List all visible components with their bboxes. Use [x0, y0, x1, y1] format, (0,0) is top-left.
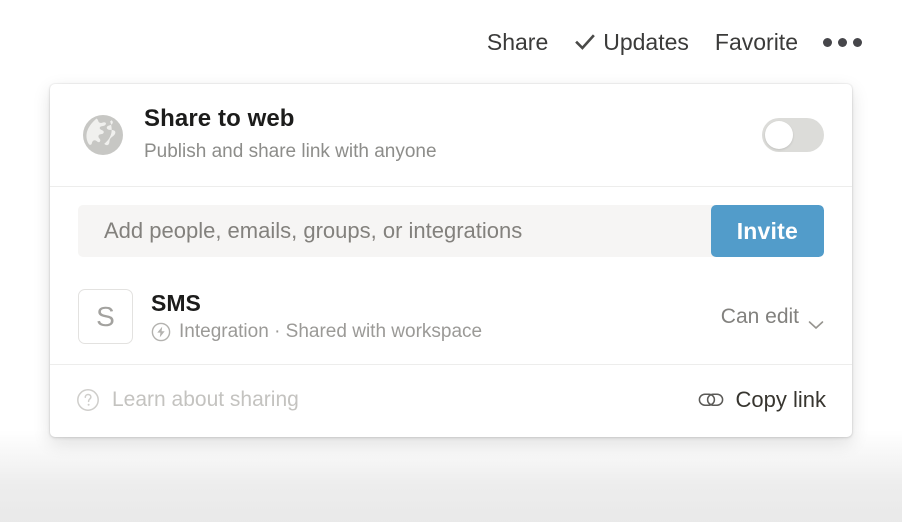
more-options-button[interactable] — [811, 34, 874, 51]
invite-button[interactable]: Invite — [710, 205, 824, 257]
copy-link-button[interactable]: Copy link — [698, 387, 826, 413]
learn-about-sharing-link[interactable]: Learn about sharing — [76, 388, 299, 412]
share-button-label: Share — [486, 28, 549, 55]
link-icon — [698, 390, 724, 410]
share-footer: Learn about sharing Copy link — [50, 365, 852, 437]
avatar: S — [78, 289, 133, 344]
question-circle-icon — [76, 388, 100, 412]
member-row[interactable]: S SMS Integration · Shared with workspac… — [50, 275, 852, 364]
favorite-button-label: Favorite — [714, 28, 798, 55]
bolt-icon — [151, 322, 171, 342]
invite-row: Invite — [50, 187, 852, 275]
toggle-knob — [765, 121, 793, 149]
globe-icon — [80, 112, 126, 158]
share-to-web-row: Share to web Publish and share link with… — [50, 84, 852, 186]
ellipsis-icon — [853, 37, 862, 47]
share-to-web-toggle[interactable] — [762, 118, 824, 152]
ellipsis-icon — [838, 37, 847, 47]
learn-about-sharing-label: Learn about sharing — [112, 388, 299, 411]
share-button[interactable]: Share — [474, 27, 561, 58]
share-popover: Share to web Publish and share link with… — [50, 84, 852, 437]
member-name: SMS — [151, 290, 201, 317]
member-meta: Integration · Shared with workspace — [151, 321, 707, 343]
background-gradient — [0, 430, 902, 522]
share-to-web-title: Share to web — [144, 105, 295, 133]
page-toolbar: Share Updates Favorite — [474, 22, 874, 62]
check-icon — [574, 31, 596, 53]
share-to-web-text: Share to web Publish and share link with… — [144, 105, 746, 164]
ellipsis-icon — [823, 37, 832, 47]
invite-input[interactable] — [78, 205, 711, 257]
permission-label: Can edit — [720, 304, 799, 328]
chevron-down-icon — [808, 312, 824, 329]
avatar-initial: S — [96, 300, 115, 332]
app-screen: Share Updates Favorite Share to web Publ… — [0, 0, 902, 522]
updates-button[interactable]: Updates — [561, 27, 702, 58]
updates-button-label: Updates — [603, 28, 689, 55]
member-text: SMS Integration · Shared with workspace — [151, 290, 707, 342]
share-to-web-subtitle: Publish and share link with anyone — [144, 141, 437, 163]
member-meta-label: Integration · Shared with workspace — [179, 320, 483, 342]
favorite-button[interactable]: Favorite — [702, 27, 811, 58]
copy-link-label: Copy link — [735, 387, 826, 412]
permission-dropdown[interactable]: Can edit — [707, 305, 824, 329]
invite-field: Invite — [78, 205, 824, 257]
